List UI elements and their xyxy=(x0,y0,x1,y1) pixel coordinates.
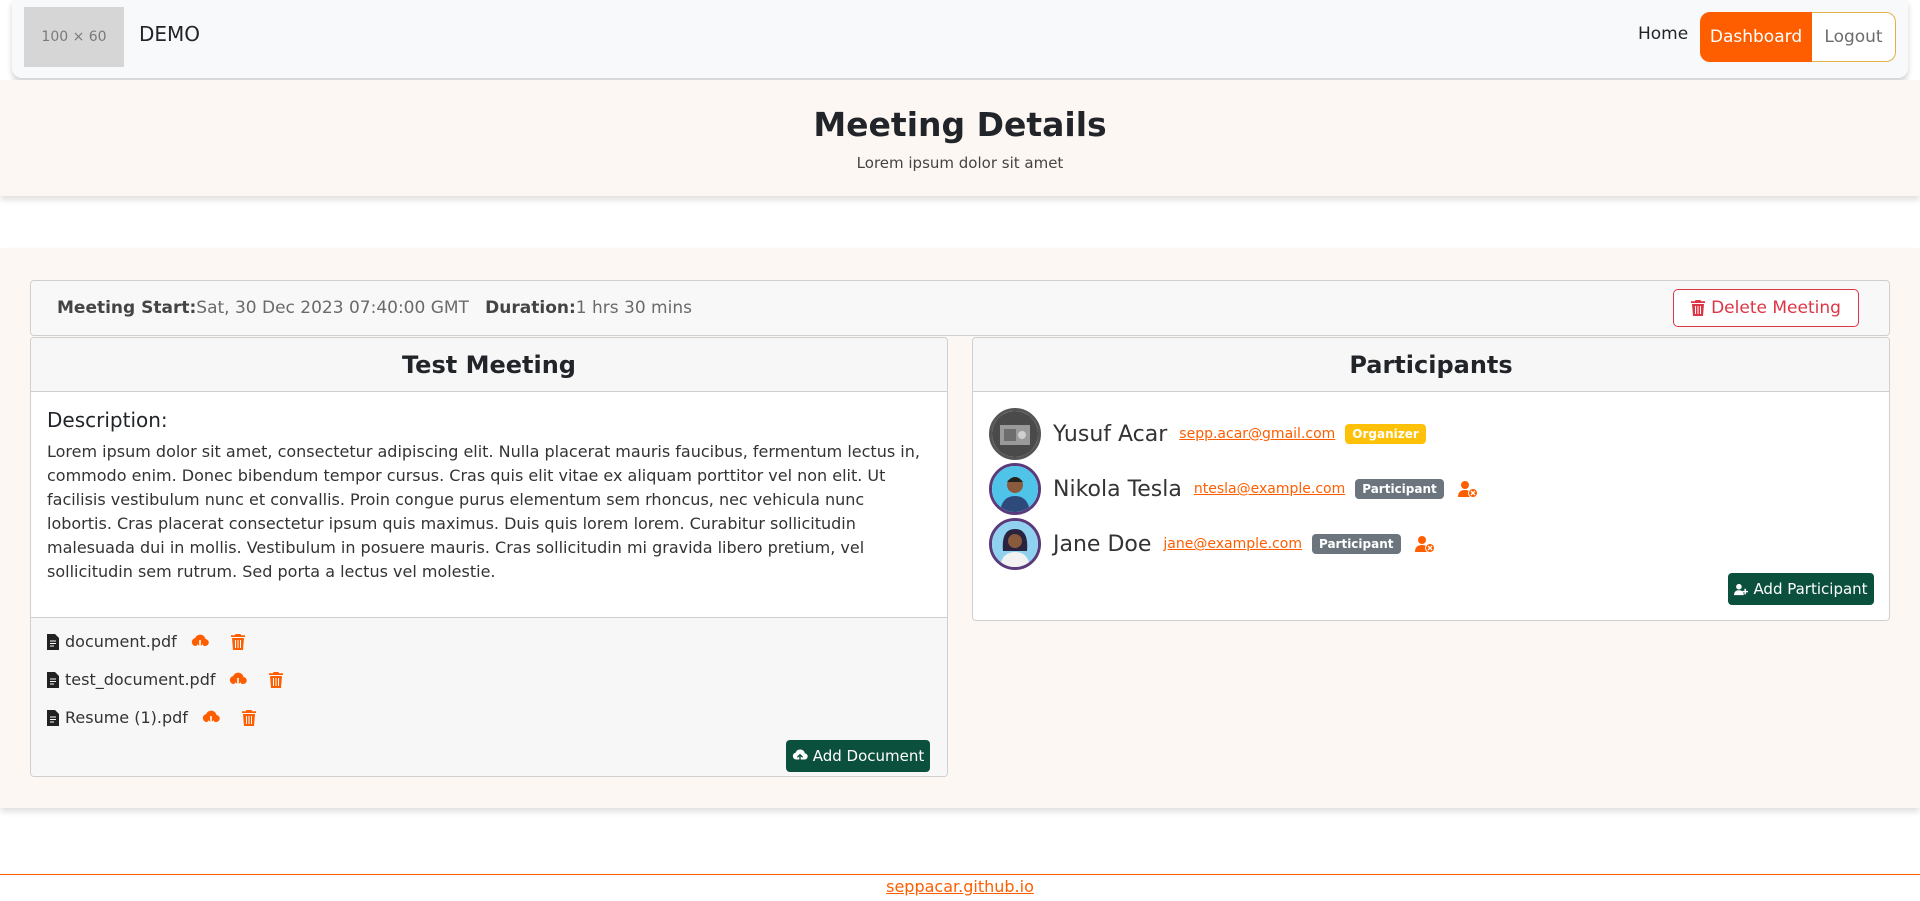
trash-icon[interactable] xyxy=(241,709,256,726)
document-row: document.pdf xyxy=(47,632,245,651)
nav-home-link[interactable]: Home xyxy=(1638,24,1688,44)
meeting-card: Test Meeting Description: Lorem ipsum do… xyxy=(30,337,948,777)
footer: seppacar.github.io xyxy=(0,874,1920,901)
page-subtitle: Lorem ipsum dolor sit amet xyxy=(856,154,1064,172)
role-badge: Participant xyxy=(1311,534,1401,554)
logout-button[interactable]: Logout xyxy=(1812,12,1896,62)
user-add-icon xyxy=(1734,583,1749,596)
participant-email[interactable]: ntesla@example.com xyxy=(1194,481,1345,497)
dashboard-button[interactable]: Dashboard xyxy=(1700,12,1812,62)
cloud-download-icon[interactable] xyxy=(191,634,209,650)
add-participant-label: Add Participant xyxy=(1753,580,1868,598)
document-row: Resume (1).pdf xyxy=(47,708,256,727)
file-icon xyxy=(47,709,59,726)
user-remove-icon[interactable] xyxy=(1457,480,1478,498)
participant-email[interactable]: sepp.acar@gmail.com xyxy=(1179,426,1335,442)
document-name[interactable]: test_document.pdf xyxy=(65,670,215,689)
meeting-info: Meeting Start:Sat, 30 Dec 2023 07:40:00 … xyxy=(57,298,692,318)
meeting-start-label: Meeting Start: xyxy=(57,298,197,318)
logo-placeholder: 100 × 60 xyxy=(24,7,124,67)
add-document-label: Add Document xyxy=(812,747,925,765)
avatar xyxy=(989,518,1041,570)
avatar xyxy=(989,408,1041,460)
meeting-info-bar: Meeting Start:Sat, 30 Dec 2023 07:40:00 … xyxy=(30,280,1890,336)
cloud-upload-icon xyxy=(792,749,808,763)
participant-row: Yusuf Acar sepp.acar@gmail.com Organizer xyxy=(989,408,1426,460)
document-name[interactable]: Resume (1).pdf xyxy=(65,708,188,727)
participant-name: Nikola Tesla xyxy=(1053,476,1182,502)
duration-label: Duration: xyxy=(485,298,576,318)
nav-button-group: Dashboard Logout xyxy=(1700,12,1896,62)
participant-row: Jane Doe jane@example.com Participant xyxy=(989,518,1435,570)
participants-card: Participants Yusuf Acar sepp.acar@gmail.… xyxy=(972,337,1890,621)
description-heading: Description: xyxy=(47,408,168,432)
file-icon xyxy=(47,633,59,650)
page-header: Meeting Details Lorem ipsum dolor sit am… xyxy=(0,80,1920,196)
participant-name: Yusuf Acar xyxy=(1053,421,1168,447)
brand-name[interactable]: DEMO xyxy=(139,22,200,46)
document-name[interactable]: document.pdf xyxy=(65,632,177,651)
main-section: Meeting Start:Sat, 30 Dec 2023 07:40:00 … xyxy=(0,248,1920,808)
participant-name: Jane Doe xyxy=(1053,531,1152,557)
participants-heading: Participants xyxy=(973,338,1889,392)
page-title: Meeting Details xyxy=(813,105,1107,144)
description-section: Description: Lorem ipsum dolor sit amet,… xyxy=(31,392,947,618)
participant-row: Nikola Tesla ntesla@example.com Particip… xyxy=(989,463,1478,515)
duration-value: 1 hrs 30 mins xyxy=(575,298,692,318)
role-badge: Participant xyxy=(1355,479,1444,499)
cloud-download-icon[interactable] xyxy=(202,710,220,726)
role-badge: Organizer xyxy=(1345,424,1426,444)
meeting-start-value: Sat, 30 Dec 2023 07:40:00 GMT xyxy=(196,298,469,318)
file-icon xyxy=(47,671,59,688)
delete-meeting-button[interactable]: Delete Meeting xyxy=(1673,289,1859,327)
documents-section: document.pdf test_document.pdf Resume (1… xyxy=(31,618,947,776)
add-participant-button[interactable]: Add Participant xyxy=(1728,573,1874,605)
trash-icon xyxy=(1691,300,1706,316)
trash-icon[interactable] xyxy=(230,633,245,650)
user-remove-icon[interactable] xyxy=(1414,535,1435,553)
document-row: test_document.pdf xyxy=(47,670,284,689)
cloud-download-icon[interactable] xyxy=(229,672,248,688)
description-text: Lorem ipsum dolor sit amet, consectetur … xyxy=(47,442,920,581)
footer-link[interactable]: seppacar.github.io xyxy=(886,877,1034,896)
add-document-button[interactable]: Add Document xyxy=(786,740,930,772)
participant-email[interactable]: jane@example.com xyxy=(1163,536,1302,552)
avatar xyxy=(989,463,1041,515)
meeting-title: Test Meeting xyxy=(31,338,947,392)
trash-icon[interactable] xyxy=(269,671,284,688)
navbar: 100 × 60 DEMO Home Dashboard Logout xyxy=(12,0,1908,78)
delete-meeting-label: Delete Meeting xyxy=(1711,298,1841,318)
